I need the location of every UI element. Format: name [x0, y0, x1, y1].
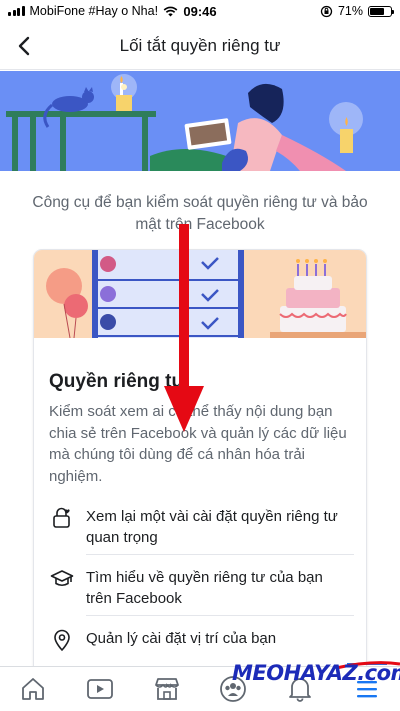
divider — [86, 615, 354, 616]
watch-video-icon — [87, 679, 113, 699]
home-icon — [22, 678, 45, 700]
list-item-review-settings[interactable]: Xem lại một vài cài đặt quyền riêng tư q… — [34, 506, 366, 548]
watermark-logo: MEOHAYAZ.com — [232, 658, 400, 688]
location-pin-icon — [54, 629, 70, 652]
lock-heart-icon — [53, 507, 70, 528]
battery-icon — [368, 5, 394, 17]
page-title: Lối tắt quyền riêng tư — [119, 35, 281, 55]
battery-percent: 71% — [337, 4, 363, 18]
signal-strength-icon — [8, 6, 25, 16]
orientation-lock-icon — [320, 5, 333, 17]
tab-home[interactable] — [13, 669, 53, 709]
list-item-label: Xem lại một vài cài đặt quyền riêng tư q… — [86, 508, 338, 546]
wifi-icon — [163, 6, 178, 16]
tab-watch[interactable] — [80, 669, 120, 709]
intro-text: Công cụ để bạn kiểm soát quyền riêng tư … — [32, 194, 368, 233]
card-title: Quyền riêng tư — [49, 371, 186, 392]
graduation-cap-icon — [50, 570, 74, 587]
list-item-label: Tìm hiểu về quyền riêng tư của bạn trên … — [86, 569, 323, 607]
tab-marketplace[interactable] — [147, 669, 187, 709]
card-description: Kiểm soát xem ai có thể thấy nội dung bạ… — [49, 403, 347, 485]
hero-illustration — [0, 71, 400, 171]
privacy-card-illustration — [34, 250, 366, 338]
privacy-card[interactable]: Quyền riêng tư Kiểm soát xem ai có thể t… — [34, 250, 366, 690]
divider — [86, 554, 354, 555]
back-button[interactable] — [10, 32, 38, 60]
list-item-location-settings[interactable]: Quản lý cài đặt vị trí của bạn — [34, 628, 366, 652]
navigation-bar: Lối tắt quyền riêng tư — [0, 22, 400, 70]
chevron-left-icon — [18, 36, 30, 56]
carrier-name: MobiFone #Hay o Nha! — [29, 4, 159, 18]
status-bar: MobiFone #Hay o Nha! 09:46 71% — [0, 0, 400, 22]
watermark-text: MEOHAYAZ.com — [232, 661, 400, 685]
marketplace-icon — [154, 678, 179, 700]
list-item-label: Quản lý cài đặt vị trí của bạn — [86, 630, 277, 647]
list-item-learn-privacy[interactable]: Tìm hiểu về quyền riêng tư của bạn trên … — [34, 567, 366, 609]
